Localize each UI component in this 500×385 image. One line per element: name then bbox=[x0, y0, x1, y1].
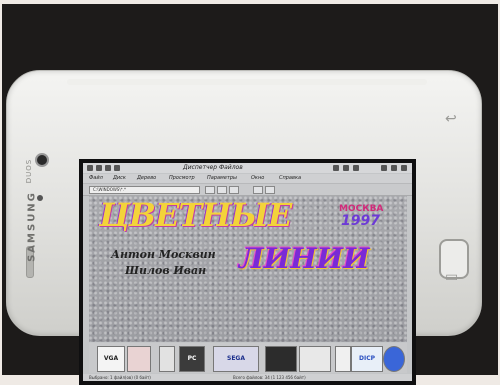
status-bar: Выбрано: 1 файл(ов) (0 байт) Всего файло… bbox=[83, 374, 412, 381]
phone-screen: Диспетчер Файлов Файл Диск Дерево Просмо… bbox=[79, 159, 416, 385]
poster-year: 1997 bbox=[341, 213, 380, 229]
logo-rb bbox=[383, 346, 405, 372]
window-title: Диспетчер Файлов bbox=[183, 164, 243, 171]
poster-author-2: Шилов Иван bbox=[125, 264, 207, 277]
menu-window[interactable]: Окно bbox=[251, 175, 264, 181]
close-icon[interactable] bbox=[401, 165, 407, 171]
status-left: Выбрано: 1 файл(ов) (0 байт) bbox=[89, 375, 151, 380]
front-camera bbox=[35, 153, 49, 167]
logo-strip: VGA PC SEGA DICP bbox=[89, 343, 407, 373]
logo-6 bbox=[265, 346, 297, 372]
logo-dicp: DICP bbox=[351, 346, 383, 372]
window-menu-icon[interactable] bbox=[87, 165, 93, 171]
status-right: Всего файлов: 34 (1 123 456 байт) bbox=[233, 375, 306, 380]
poster-author-1: Антон Москвин bbox=[111, 248, 216, 261]
toolbar: C:\WINDOWS\*.* bbox=[83, 183, 412, 196]
brand-label: SAMSUNG bbox=[26, 191, 38, 262]
toolbar-button-3[interactable] bbox=[229, 186, 239, 194]
logo-vga: VGA bbox=[97, 346, 125, 372]
toolbar-button-5[interactable] bbox=[265, 186, 275, 194]
menu-tree[interactable]: Дерево bbox=[137, 175, 156, 181]
file-manager-window: Диспетчер Файлов Файл Диск Дерево Просмо… bbox=[83, 163, 412, 381]
logo-pc: PC bbox=[179, 346, 205, 372]
logo-sega: SEGA bbox=[213, 346, 259, 372]
menu-help[interactable]: Справка bbox=[279, 175, 301, 181]
menu-bar: Файл Диск Дерево Просмотр Параметры Окно… bbox=[83, 174, 412, 183]
toolbar-button-4[interactable] bbox=[253, 186, 263, 194]
recent-apps-key-icon[interactable]: ▭ bbox=[445, 269, 458, 285]
logo-3 bbox=[159, 346, 175, 372]
bezel-top bbox=[67, 79, 427, 85]
gear-icon[interactable] bbox=[105, 165, 111, 171]
toolbar-icon-3[interactable] bbox=[353, 165, 359, 171]
toolbar-button-2[interactable] bbox=[217, 186, 227, 194]
logo-2 bbox=[127, 346, 151, 372]
toolbar-icon-2[interactable] bbox=[343, 165, 349, 171]
menu-file[interactable]: Файл bbox=[89, 175, 103, 181]
path-field[interactable]: C:\WINDOWS\*.* bbox=[89, 186, 200, 194]
disk-icon[interactable] bbox=[96, 165, 102, 171]
maximize-icon[interactable] bbox=[391, 165, 397, 171]
smartphone: DUOS SAMSUNG ↩ ▭ Диспетчер Файлов Файл Д… bbox=[6, 70, 482, 385]
minimize-icon[interactable] bbox=[381, 165, 387, 171]
menu-view[interactable]: Просмотр bbox=[169, 175, 195, 181]
menu-options[interactable]: Параметры bbox=[207, 175, 237, 181]
back-key-icon[interactable]: ↩ bbox=[445, 111, 457, 127]
poster-area: ЦВЕТНЫЕ МОСКВА 1997 Антон Москвин Шилов … bbox=[89, 196, 407, 342]
menu-disk[interactable]: Диск bbox=[113, 175, 126, 181]
logo-8 bbox=[335, 346, 351, 372]
folder-icon[interactable] bbox=[114, 165, 120, 171]
logo-playstation bbox=[299, 346, 331, 372]
toolbar-icon-1[interactable] bbox=[333, 165, 339, 171]
window-titlebar: Диспетчер Файлов bbox=[83, 163, 412, 173]
toolbar-button-1[interactable] bbox=[205, 186, 215, 194]
poster-title: ЦВЕТНЫЕ bbox=[99, 196, 292, 234]
proximity-sensor bbox=[37, 195, 43, 201]
poster-subtitle: ЛИНИИ bbox=[239, 242, 370, 275]
